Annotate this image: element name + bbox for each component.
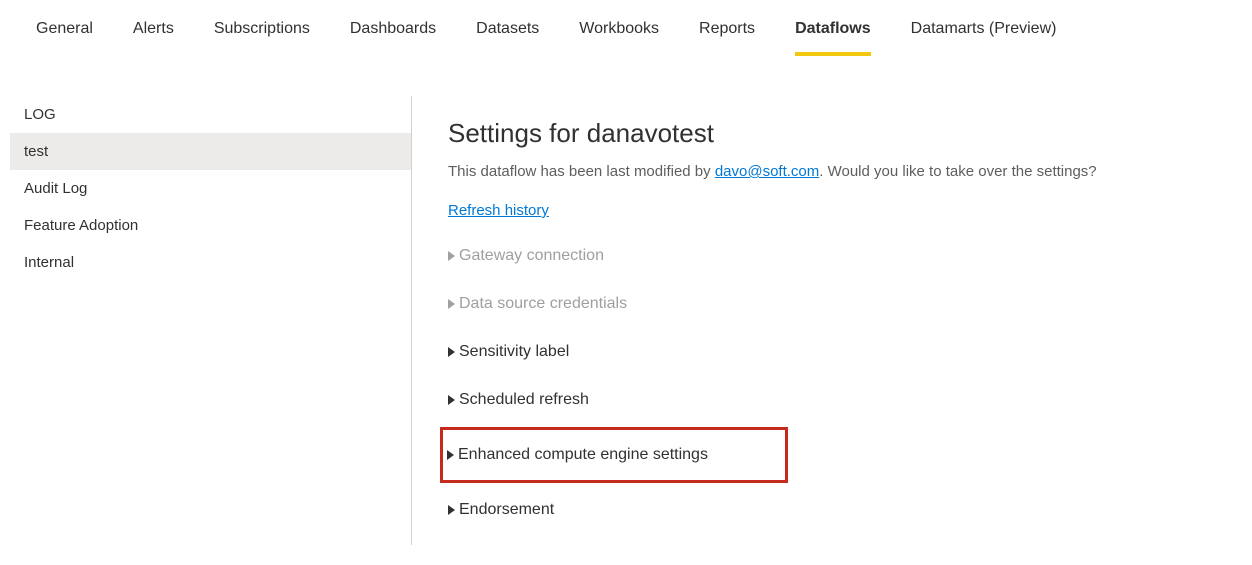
section-label: Sensitivity label: [459, 343, 569, 361]
refresh-history-link[interactable]: Refresh history: [448, 202, 549, 219]
sidebar-item-feature-adoption[interactable]: Feature Adoption: [10, 207, 411, 244]
page-title: Settings for danavotest: [448, 118, 1224, 149]
section-label: Gateway connection: [459, 247, 604, 265]
top-tabs: General Alerts Subscriptions Dashboards …: [0, 0, 1252, 56]
subtitle-after: . Would you like to take over the settin…: [819, 163, 1096, 180]
caret-right-icon: [448, 251, 455, 261]
section-enhanced-compute-engine[interactable]: Enhanced compute engine settings: [443, 442, 781, 468]
section-data-source-credentials[interactable]: Data source credentials: [448, 291, 1224, 317]
caret-right-icon: [448, 299, 455, 309]
caret-right-icon: [448, 395, 455, 405]
subtitle: This dataflow has been last modified by …: [448, 163, 1224, 180]
section-sensitivity-label[interactable]: Sensitivity label: [448, 339, 1224, 365]
caret-right-icon: [448, 505, 455, 515]
tab-reports[interactable]: Reports: [699, 20, 755, 56]
section-gateway-connection[interactable]: Gateway connection: [448, 243, 1224, 269]
tab-datamarts[interactable]: Datamarts (Preview): [911, 20, 1057, 56]
subtitle-before: This dataflow has been last modified by: [448, 163, 715, 180]
tab-subscriptions[interactable]: Subscriptions: [214, 20, 310, 56]
tab-workbooks[interactable]: Workbooks: [579, 20, 659, 56]
sidebar-item-test[interactable]: test: [10, 133, 411, 170]
section-label: Enhanced compute engine settings: [458, 446, 708, 464]
highlight-box: Enhanced compute engine settings: [440, 427, 788, 483]
section-label: Data source credentials: [459, 295, 627, 313]
section-label: Scheduled refresh: [459, 391, 589, 409]
content-area: LOG test Audit Log Feature Adoption Inte…: [0, 96, 1252, 545]
tab-alerts[interactable]: Alerts: [133, 20, 174, 56]
sidebar: LOG test Audit Log Feature Adoption Inte…: [0, 96, 412, 545]
sidebar-item-log[interactable]: LOG: [10, 96, 411, 133]
section-endorsement[interactable]: Endorsement: [448, 497, 1224, 523]
section-scheduled-refresh[interactable]: Scheduled refresh: [448, 387, 1224, 413]
tab-dashboards[interactable]: Dashboards: [350, 20, 436, 56]
sidebar-item-internal[interactable]: Internal: [10, 244, 411, 281]
caret-right-icon: [448, 347, 455, 357]
main-panel: Settings for danavotest This dataflow ha…: [412, 96, 1252, 545]
section-label: Endorsement: [459, 501, 554, 519]
caret-right-icon: [447, 450, 454, 460]
sidebar-item-audit-log[interactable]: Audit Log: [10, 170, 411, 207]
tab-datasets[interactable]: Datasets: [476, 20, 539, 56]
tab-general[interactable]: General: [36, 20, 93, 56]
tab-dataflows[interactable]: Dataflows: [795, 20, 871, 56]
owner-email-link[interactable]: davo@soft.com: [715, 163, 819, 180]
